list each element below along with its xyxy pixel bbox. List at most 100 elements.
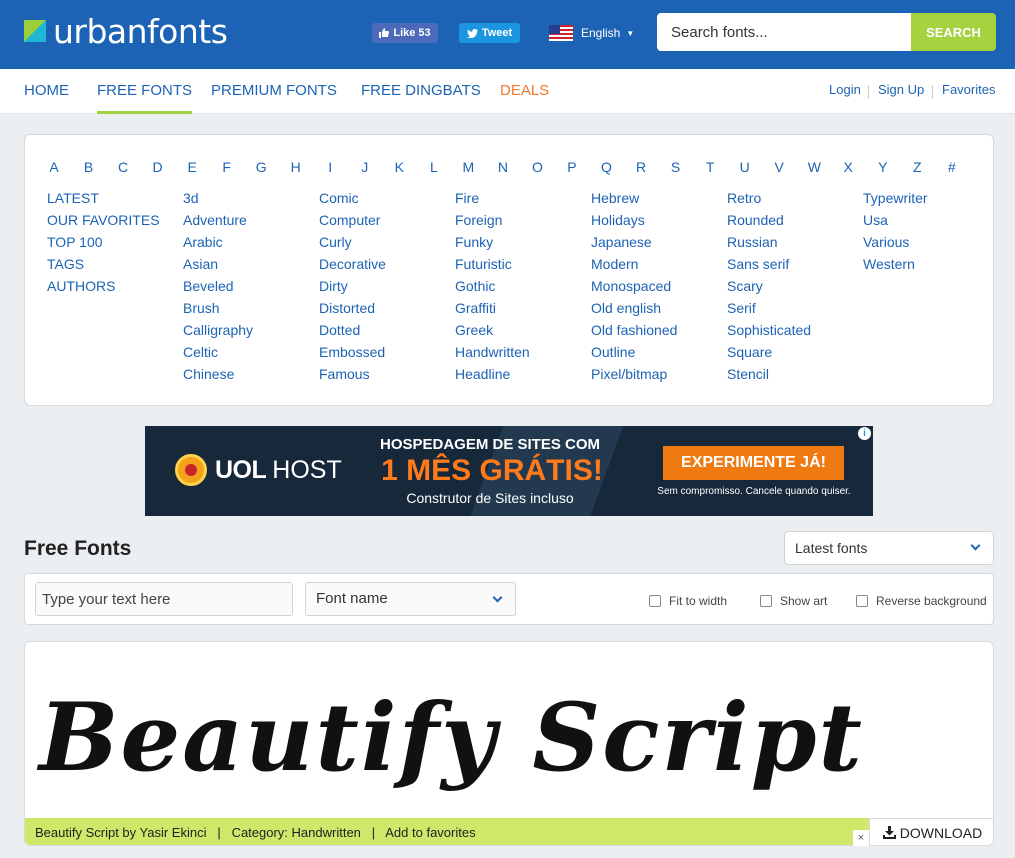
category-link[interactable]: Distorted — [319, 299, 386, 321]
category-link[interactable]: Calligraphy — [183, 321, 253, 343]
preview-text-input[interactable] — [35, 582, 293, 616]
category-link[interactable]: Foreign — [455, 211, 530, 233]
language-selector[interactable]: English ▼ — [549, 25, 634, 41]
letter-link[interactable]: A — [48, 159, 60, 175]
category-link[interactable]: Asian — [183, 255, 253, 277]
letter-link[interactable]: M — [462, 159, 475, 175]
category-link[interactable]: Gothic — [455, 277, 530, 299]
category-link[interactable]: Square — [727, 343, 811, 365]
letter-link[interactable]: # — [946, 159, 958, 175]
category-link[interactable]: Modern — [591, 255, 677, 277]
font-category[interactable]: Category: Handwritten — [232, 825, 361, 840]
letter-link[interactable]: T — [704, 159, 716, 175]
category-link[interactable]: Comic — [319, 189, 386, 211]
site-logo[interactable]: urbanfonts — [24, 12, 228, 51]
letter-link[interactable]: N — [497, 159, 509, 175]
letter-link[interactable]: U — [739, 159, 751, 175]
ad-info-icon[interactable]: i — [858, 427, 871, 440]
category-link[interactable]: Various — [863, 233, 928, 255]
category-link[interactable]: 3d — [183, 189, 253, 211]
letter-link[interactable]: O — [531, 159, 543, 175]
nav-deals[interactable]: DEALS — [500, 69, 549, 114]
letter-link[interactable]: I — [324, 159, 336, 175]
letter-link[interactable]: R — [635, 159, 647, 175]
category-link[interactable]: Computer — [319, 211, 386, 233]
ad-banner[interactable]: UOL HOST HOSPEDAGEM DE SITES COM 1 MÊS G… — [145, 426, 873, 516]
category-link[interactable]: Beveled — [183, 277, 253, 299]
category-link[interactable]: Japanese — [591, 233, 677, 255]
category-link[interactable]: TOP 100 — [47, 233, 160, 255]
login-link[interactable]: Login — [829, 69, 861, 114]
font-name-select[interactable]: Font name — [305, 582, 516, 616]
category-link[interactable]: Rounded — [727, 211, 811, 233]
category-link[interactable]: Stencil — [727, 365, 811, 387]
category-link[interactable]: Retro — [727, 189, 811, 211]
nav-free-fonts[interactable]: FREE FONTS — [97, 69, 193, 114]
category-link[interactable]: Serif — [727, 299, 811, 321]
category-link[interactable]: Monospaced — [591, 277, 677, 299]
search-input[interactable] — [657, 13, 911, 51]
category-link[interactable]: Sans serif — [727, 255, 811, 277]
letter-link[interactable]: S — [670, 159, 682, 175]
checkbox-box[interactable] — [760, 595, 772, 607]
favorites-link[interactable]: Favorites — [942, 69, 995, 114]
category-link[interactable]: Arabic — [183, 233, 253, 255]
facebook-like-button[interactable]: Like 53 — [372, 23, 438, 43]
category-link[interactable]: Embossed — [319, 343, 386, 365]
category-link[interactable]: Holidays — [591, 211, 677, 233]
category-link[interactable]: OUR FAVORITES — [47, 211, 160, 233]
nav-free-dingbats[interactable]: FREE DINGBATS — [361, 69, 481, 114]
category-link[interactable]: Graffiti — [455, 299, 530, 321]
category-link[interactable]: Fire — [455, 189, 530, 211]
letter-link[interactable]: V — [773, 159, 785, 175]
category-link[interactable]: Famous — [319, 365, 386, 387]
download-button[interactable]: DOWNLOAD — [869, 818, 993, 845]
search-button[interactable]: SEARCH — [911, 13, 996, 51]
close-icon[interactable]: × — [853, 830, 869, 846]
checkbox-box[interactable] — [649, 595, 661, 607]
category-link[interactable]: LATEST — [47, 189, 160, 211]
show-art-checkbox[interactable]: Show art — [760, 594, 827, 608]
nav-premium-fonts[interactable]: PREMIUM FONTS — [211, 69, 337, 114]
category-link[interactable]: Western — [863, 255, 928, 277]
category-link[interactable]: Usa — [863, 211, 928, 233]
letter-link[interactable]: Q — [601, 159, 613, 175]
letter-link[interactable]: E — [186, 159, 198, 175]
tweet-button[interactable]: Tweet — [459, 23, 520, 43]
font-preview-image[interactable]: Beautify Script — [25, 642, 994, 818]
font-name-author[interactable]: Beautify Script by Yasir Ekinci — [35, 825, 206, 840]
add-to-favorites-link[interactable]: Add to favorites — [385, 825, 475, 840]
letter-link[interactable]: X — [842, 159, 854, 175]
letter-link[interactable]: F — [221, 159, 233, 175]
category-link[interactable]: Dirty — [319, 277, 386, 299]
letter-link[interactable]: J — [359, 159, 371, 175]
category-link[interactable]: Handwritten — [455, 343, 530, 365]
letter-link[interactable]: C — [117, 159, 129, 175]
category-link[interactable]: Scary — [727, 277, 811, 299]
category-link[interactable]: Celtic — [183, 343, 253, 365]
category-link[interactable]: AUTHORS — [47, 277, 160, 299]
reverse-background-checkbox[interactable]: Reverse background — [856, 594, 987, 608]
letter-link[interactable]: L — [428, 159, 440, 175]
letter-link[interactable]: W — [808, 159, 821, 175]
category-link[interactable]: Adventure — [183, 211, 253, 233]
category-link[interactable]: Old fashioned — [591, 321, 677, 343]
letter-link[interactable]: B — [83, 159, 95, 175]
category-link[interactable]: Chinese — [183, 365, 253, 387]
category-link[interactable]: Brush — [183, 299, 253, 321]
category-link[interactable]: Hebrew — [591, 189, 677, 211]
signup-link[interactable]: Sign Up — [878, 69, 924, 114]
nav-home[interactable]: HOME — [24, 69, 69, 114]
letter-link[interactable]: D — [152, 159, 164, 175]
letter-link[interactable]: Z — [911, 159, 923, 175]
letter-link[interactable]: Y — [877, 159, 889, 175]
category-link[interactable]: Decorative — [319, 255, 386, 277]
category-link[interactable]: Greek — [455, 321, 530, 343]
category-link[interactable]: Sophisticated — [727, 321, 811, 343]
category-link[interactable]: Pixel/bitmap — [591, 365, 677, 387]
category-link[interactable]: Dotted — [319, 321, 386, 343]
category-link[interactable]: Russian — [727, 233, 811, 255]
letter-link[interactable]: K — [393, 159, 405, 175]
letter-link[interactable]: P — [566, 159, 578, 175]
category-link[interactable]: Typewriter — [863, 189, 928, 211]
